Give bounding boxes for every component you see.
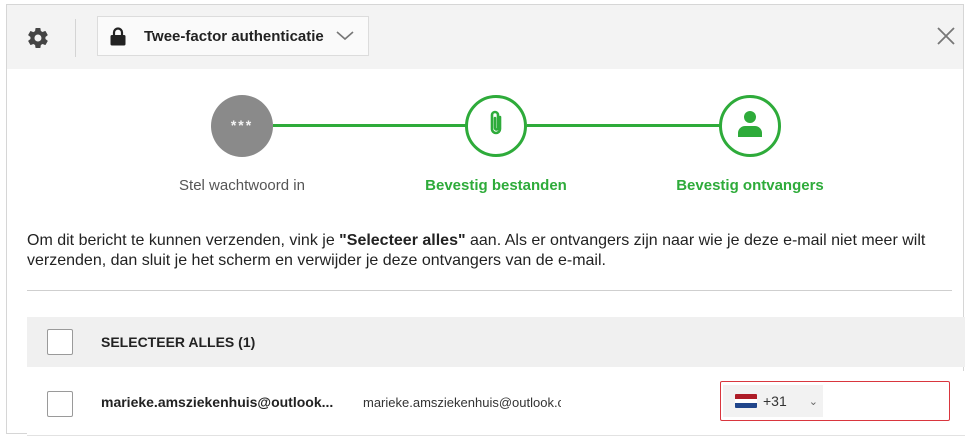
select-all-reference: Selecteer alles	[346, 232, 458, 249]
gear-icon[interactable]	[25, 25, 51, 51]
step-connector-2	[527, 124, 723, 127]
dots-icon: ***	[230, 117, 254, 133]
step-1-circle: ***	[211, 95, 273, 157]
select-all-checkbox[interactable]	[47, 329, 73, 355]
chevron-down-icon: ⌄	[808, 395, 818, 408]
netherlands-flag-icon	[735, 394, 757, 408]
close-icon[interactable]	[935, 25, 957, 47]
step-3-circle	[719, 95, 781, 157]
instruction-text: Om dit bericht te kunnen verzenden, vink…	[27, 232, 926, 269]
step-1-label: Stel wachtwoord in	[179, 177, 305, 194]
step-2-circle	[465, 95, 527, 157]
step-3-label: Bevestig ontvangers	[676, 177, 824, 194]
recipient-row: marieke.amsziekenhuis@outlook... marieke…	[27, 371, 965, 436]
recipient-checkbox[interactable]	[47, 391, 73, 417]
recipient-email: marieke.amsziekenhuis@outlook.com	[363, 395, 561, 410]
lock-icon	[110, 26, 128, 46]
dialog-header: Twee-factor authenticatie	[7, 5, 963, 69]
country-code: +31	[763, 393, 787, 409]
country-code-selector[interactable]: +31 ⌄	[723, 385, 823, 417]
divider	[27, 290, 952, 291]
header-divider	[75, 19, 76, 57]
step-2-label: Bevestig bestanden	[425, 177, 567, 194]
person-icon	[737, 110, 763, 143]
chevron-down-icon	[336, 31, 354, 41]
two-factor-dialog: Twee-factor authenticatie *** Stel wacht…	[6, 4, 965, 436]
select-all-label: SELECTEER ALLES (1)	[101, 334, 256, 350]
recipient-name: marieke.amsziekenhuis@outlook...	[101, 394, 334, 410]
phone-number-field[interactable]: +31 ⌄	[720, 381, 950, 421]
dropdown-selected-label: Twee-factor authenticatie	[144, 27, 324, 45]
security-mode-dropdown[interactable]: Twee-factor authenticatie	[97, 16, 369, 56]
select-all-row[interactable]: SELECTEER ALLES (1)	[27, 317, 965, 367]
step-connector-1	[273, 124, 469, 127]
paperclip-icon	[485, 109, 507, 144]
